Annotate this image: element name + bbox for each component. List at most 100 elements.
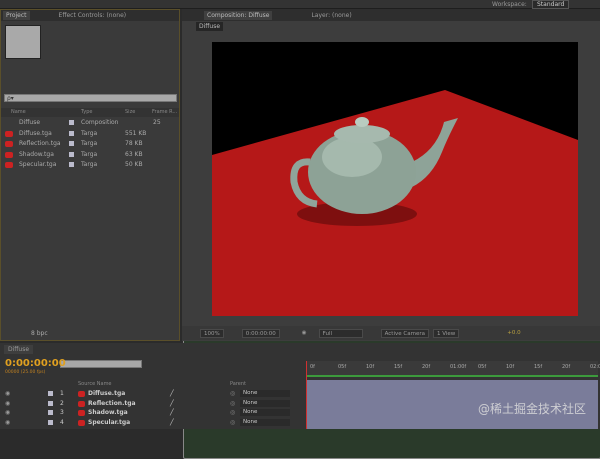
workspace-label: Workspace:	[492, 1, 527, 8]
parent-select[interactable]: None	[240, 399, 290, 407]
footage-icon	[78, 410, 85, 417]
col-frame-rate[interactable]: Frame R...	[152, 109, 177, 115]
item-size: 50 KB	[125, 161, 143, 168]
ruler-tick-label: 05f	[478, 364, 487, 370]
item-size: 78 KB	[125, 140, 143, 147]
item-name: Specular.tga	[19, 161, 57, 168]
col-type[interactable]: Type	[81, 109, 92, 115]
item-type: Targa	[81, 140, 98, 147]
footage-icon	[5, 162, 13, 168]
timeline-timecode[interactable]: 0:00:00:00	[5, 358, 66, 369]
pickwhip-icon[interactable]: ◎	[230, 419, 235, 426]
quality-switch-icon[interactable]: ╱	[170, 409, 174, 416]
teapot-render	[212, 90, 578, 316]
teapot-knob	[355, 117, 369, 127]
layer-number: 4	[60, 419, 64, 427]
item-name: Diffuse	[19, 119, 41, 126]
ruler-tick-label: 10f	[366, 364, 375, 370]
label-swatch[interactable]	[48, 410, 53, 416]
eye-icon[interactable]: ◉	[5, 419, 10, 426]
camera-icon[interactable]: ◉	[302, 330, 307, 336]
tab-composition[interactable]: Composition: Diffuse	[204, 10, 273, 20]
ruler-tick-label: 15f	[394, 364, 403, 370]
camera-select[interactable]: Active Camera	[380, 328, 429, 338]
project-item[interactable]: Specular.tga Targa 50 KB	[1, 160, 171, 170]
watermark: @稀土掘金技术社区	[478, 402, 587, 416]
label-swatch[interactable]	[48, 400, 53, 406]
project-item[interactable]: Diffuse Composition 25	[1, 118, 600, 459]
ruler-tick-label: 10f	[506, 364, 515, 370]
top-toolbar: Workspace: Standard	[0, 0, 600, 9]
comp-subtab-diffuse[interactable]: Diffuse	[196, 22, 224, 31]
tab-layer[interactable]: Layer: (none)	[308, 11, 354, 20]
eye-icon[interactable]: ◉	[5, 390, 10, 397]
layer-row[interactable]: ◉ 4 Specular.tga ╱ ◎ None	[0, 418, 300, 428]
item-name: Shadow.tga	[19, 150, 54, 158]
work-area-bar[interactable]	[306, 375, 598, 377]
footage-icon	[5, 151, 13, 158]
tab-project[interactable]: Project	[3, 11, 30, 20]
parent-select[interactable]: None	[240, 419, 290, 427]
layer-name[interactable]: Reflection.tga	[88, 400, 136, 407]
item-size: 551 KB	[125, 129, 147, 137]
footage-icon	[78, 391, 85, 397]
item-name: Reflection.tga	[19, 140, 61, 147]
parent-select[interactable]: None	[240, 409, 290, 417]
timeline-search-input[interactable]	[60, 360, 142, 368]
layer-row[interactable]: ◉ 1 Diffuse.tga ╱ ◎ None	[0, 389, 300, 399]
timeline-frames: 00000 (25.00 fps)	[5, 370, 46, 375]
current-time[interactable]: 0:00:00:00	[241, 328, 280, 338]
bpc-button[interactable]: 8 bpc	[31, 330, 48, 337]
view-layout-select[interactable]: 1 View	[432, 328, 460, 338]
parent-header: Parent	[230, 381, 247, 387]
footage-icon	[5, 130, 13, 137]
label-swatch[interactable]	[48, 420, 53, 426]
footage-icon	[78, 400, 85, 407]
quality-switch-icon[interactable]: ╱	[170, 419, 174, 426]
zoom-select[interactable]: 100%	[200, 328, 224, 338]
project-item[interactable]: Reflection.tga Targa 78 KB	[1, 139, 171, 149]
footage-icon	[78, 420, 85, 427]
footage-icon	[5, 141, 13, 147]
pickwhip-icon[interactable]: ◎	[230, 400, 235, 407]
resolution-select[interactable]: Full	[318, 328, 363, 338]
layer-number: 3	[60, 409, 64, 417]
ruler-tick-label: 15f	[534, 364, 543, 370]
label-swatch[interactable]	[48, 391, 53, 396]
pickwhip-icon[interactable]: ◎	[230, 390, 235, 397]
parent-select[interactable]: None	[240, 390, 290, 397]
project-search-input[interactable]: ρ▾	[4, 94, 177, 102]
eye-icon[interactable]: ◉	[5, 400, 10, 407]
workspace-select[interactable]: Standard	[532, 0, 570, 9]
layer-row[interactable]: ◉ 2 Reflection.tga ╱ ◎ None	[0, 399, 300, 409]
layer-number: 1	[60, 390, 64, 397]
ruler-tick-label: 02:0	[590, 364, 600, 370]
layer-number: 2	[60, 399, 64, 407]
item-frame-rate: 25	[153, 119, 161, 126]
layer-name[interactable]: Diffuse.tga	[88, 390, 125, 397]
project-item[interactable]: Diffuse.tga Targa 551 KB	[1, 129, 171, 139]
tab-timeline-diffuse[interactable]: Diffuse	[4, 345, 34, 354]
pickwhip-icon[interactable]: ◎	[230, 409, 235, 416]
playhead[interactable]	[306, 361, 307, 429]
label-swatch	[69, 130, 74, 136]
thumbnail-preview	[5, 25, 41, 59]
tab-effect-controls[interactable]: Effect Controls: (none)	[56, 11, 130, 20]
project-item[interactable]: Shadow.tga Targa 63 KB	[1, 150, 171, 160]
layer-row[interactable]: ◉ 3 Shadow.tga ╱ ◎ None	[0, 408, 300, 418]
item-type: Targa	[81, 150, 98, 158]
item-type: Targa	[81, 129, 98, 137]
exposure-value[interactable]: +0.0	[507, 330, 520, 336]
layer-name[interactable]: Specular.tga	[88, 419, 130, 426]
ruler-tick-label: 01:00f	[450, 364, 467, 370]
eye-icon[interactable]: ◉	[5, 409, 10, 416]
layer-name[interactable]: Shadow.tga	[88, 409, 128, 416]
quality-switch-icon[interactable]: ╱	[170, 390, 174, 397]
col-name[interactable]: Name	[11, 109, 26, 115]
quality-switch-icon[interactable]: ╱	[170, 400, 174, 407]
col-size[interactable]: Size	[125, 109, 135, 115]
composition-viewer[interactable]	[212, 42, 578, 316]
ruler-tick-label: 0f	[310, 364, 315, 370]
item-type: Composition	[81, 119, 119, 126]
ruler-tick-label: 20f	[562, 364, 571, 370]
